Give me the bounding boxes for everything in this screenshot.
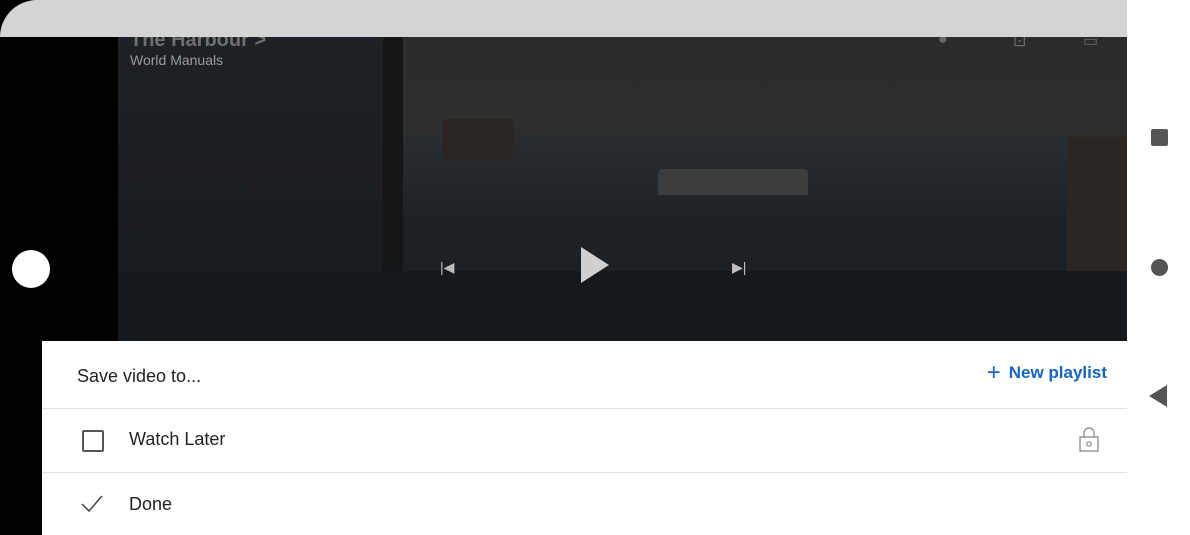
- video-scene-brick-building: [443, 119, 513, 159]
- plus-icon: +: [986, 359, 1001, 386]
- phone-bezel-bottom-left: [0, 341, 42, 535]
- next-icon[interactable]: ▶|: [732, 259, 746, 276]
- sheet-title: Save video to...: [77, 366, 202, 386]
- playlist-item-label: Watch Later: [129, 429, 226, 449]
- lock-icon: [1079, 427, 1099, 452]
- video-title[interactable]: The Harbour >: [130, 37, 266, 52]
- new-playlist-label: New playlist: [1008, 363, 1107, 382]
- done-label: Done: [129, 494, 173, 514]
- video-channel[interactable]: World Manuals: [130, 52, 223, 68]
- video-scene-water: [118, 271, 1127, 341]
- cast-icon[interactable]: ⊡: [1013, 37, 1026, 51]
- watch-later-checkbox[interactable]: [82, 430, 104, 452]
- sheet-header: Save video to... + New playlist: [42, 341, 1127, 409]
- home-icon[interactable]: [1151, 259, 1168, 276]
- video-scene-tent: [658, 169, 808, 195]
- back-icon[interactable]: [1149, 385, 1167, 407]
- status-bar: [0, 0, 1127, 37]
- done-button[interactable]: Done: [42, 473, 1127, 535]
- front-camera: [12, 250, 50, 288]
- video-scene-right-building: [1067, 137, 1127, 287]
- new-playlist-button[interactable]: + New playlist: [986, 359, 1107, 386]
- play-icon[interactable]: [581, 247, 609, 283]
- captions-icon[interactable]: ▭: [1083, 37, 1098, 51]
- save-to-playlist-sheet: Save video to... + New playlist Watch La…: [42, 341, 1127, 535]
- previous-icon[interactable]: |◀: [440, 259, 454, 276]
- system-nav-bar: [1127, 0, 1190, 535]
- playlist-item-watch-later[interactable]: Watch Later: [42, 409, 1127, 473]
- check-icon: [81, 495, 103, 513]
- video-player[interactable]: The Harbour > World Manuals ● ⊡ ▭ |◀ ▶|: [118, 37, 1127, 341]
- autoplay-toggle-icon[interactable]: ●: [938, 37, 948, 49]
- recents-icon[interactable]: [1151, 129, 1168, 146]
